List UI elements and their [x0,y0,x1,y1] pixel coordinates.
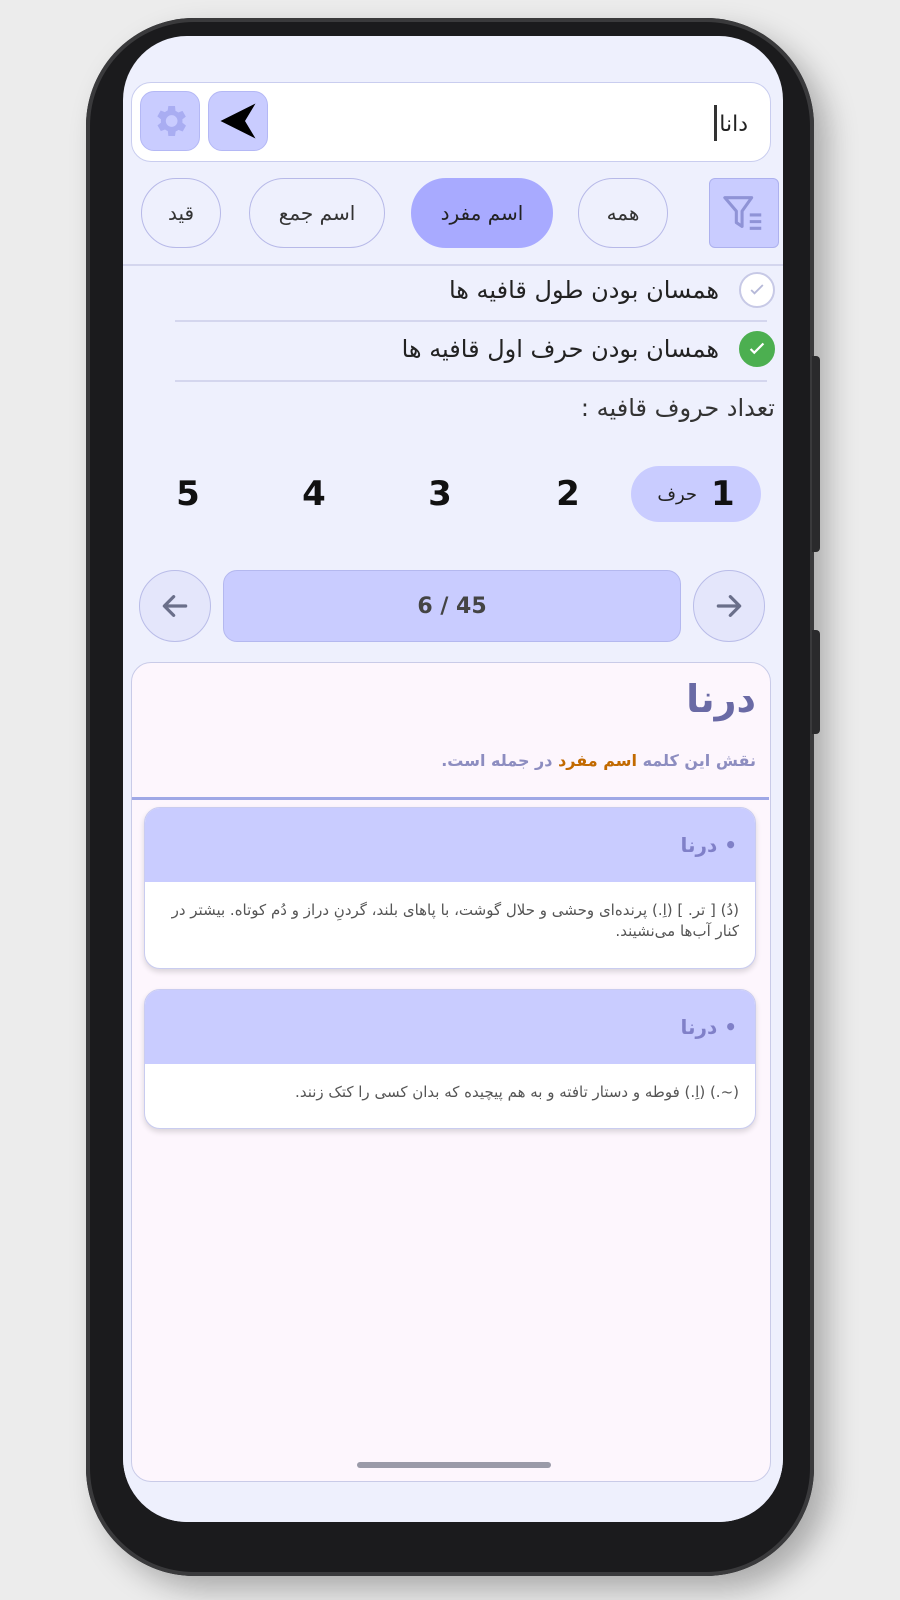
text-caret [714,105,717,141]
count-option-2[interactable]: 2 [543,466,593,522]
divider [123,264,783,266]
back-button[interactable] [208,91,268,151]
arrow-left-icon [162,595,188,617]
phone-power-button [812,630,820,734]
filter-button[interactable] [709,178,779,248]
chip-all[interactable]: همه [578,178,668,248]
checkbox-same-length[interactable] [739,272,775,308]
settings-button[interactable] [140,91,200,151]
count-option-value: 1 [711,474,735,514]
definition-title: • درنا [145,990,755,1064]
prev-button[interactable] [139,570,211,642]
divider [132,797,769,800]
search-input[interactable] [326,101,750,147]
definition-card: • درنا (~.) (اِ.) فوطه و دستار تافته و ب… [144,989,756,1129]
check-icon [750,284,764,295]
role-suffix: در جمله است. [441,751,553,770]
definition-card: • درنا (دُ) [ تر. ] (اِ.) پرنده‌ای وحشی … [144,807,756,969]
check-row-same-first-letter[interactable]: همسان بودن حرف اول قافیه ها [402,327,775,371]
count-option-3[interactable]: 3 [415,466,465,522]
role-value: اسم مفرد [558,751,637,770]
home-indicator[interactable] [357,1462,551,1468]
search-bar [131,82,771,162]
definition-title: • درنا [145,808,755,882]
check-row-same-length[interactable]: همسان بودن طول قافیه ها [449,268,775,312]
word-role: نقش این کلمه اسم مفرد در جمله است. [441,751,756,770]
next-button[interactable] [693,570,765,642]
definition-text: (~.) (اِ.) فوطه و دستار تافته و به هم پی… [295,1083,739,1101]
gear-icon [157,106,186,136]
arrow-right-icon [716,595,742,617]
check-label: همسان بودن حرف اول قافیه ها [401,335,719,363]
check-icon [749,342,765,355]
send-arrow-icon [220,103,256,139]
page-indicator: 6 / 45 [223,570,681,642]
chip-singular-noun[interactable]: اسم مفرد [411,178,553,248]
checkbox-same-first-letter[interactable] [739,331,775,367]
definition-text: (دُ) [ تر. ] (اِ.) پرنده‌ای وحشی و حلال … [171,901,739,940]
divider [175,320,767,322]
app-screen: همه اسم مفرد اسم جمع قید همسان بودن طول … [123,36,783,1522]
count-option-1[interactable]: 1 حرف [631,466,761,522]
phone-side-button [812,356,820,552]
check-label: همسان بودن طول قافیه ها [448,276,719,304]
letters-count-label: تعداد حروف قافیه : [580,394,775,422]
divider [175,380,767,382]
count-option-4[interactable]: 4 [289,466,339,522]
chip-adverb[interactable]: قید [141,178,221,248]
role-prefix: نقش این کلمه [642,751,756,770]
result-card: درنا نقش این کلمه اسم مفرد در جمله است. … [131,662,771,1482]
count-option-5[interactable]: 5 [163,466,213,522]
chip-plural-noun[interactable]: اسم جمع [249,178,385,248]
word-title: درنا [686,677,756,721]
count-option-unit: حرف [657,483,698,505]
filter-icon [723,196,762,230]
